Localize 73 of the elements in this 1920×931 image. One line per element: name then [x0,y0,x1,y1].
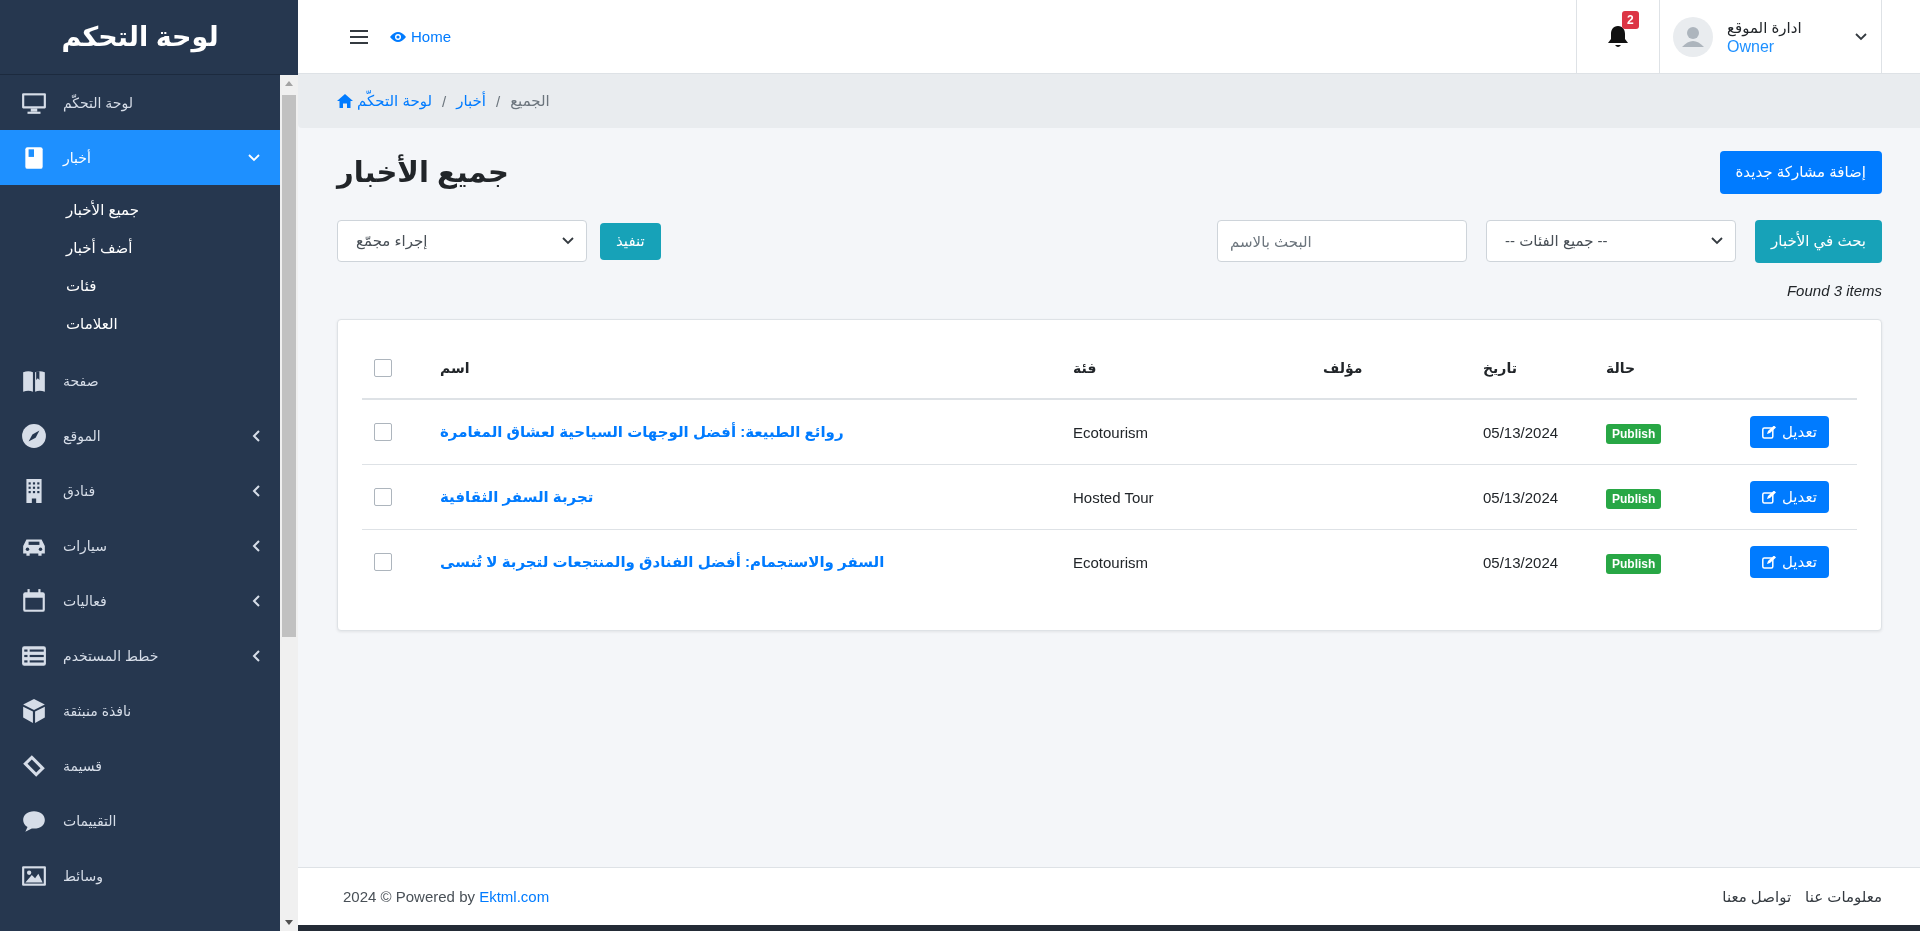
bulk-action-select[interactable]: إجراء مجمّع [337,220,587,262]
sidebar-item[interactable]: لوحة التحكّم [0,75,280,130]
chevron-down-icon [562,237,574,245]
calendar-icon [20,587,48,614]
checkbox[interactable] [374,423,392,441]
post-title-link[interactable]: السفر والاستجمام: أفضل الفنادق والمنتجعات لتجربة لا تُنسى [440,553,885,570]
user-name: ادارة الموقع [1727,17,1803,37]
footer-link[interactable]: معلومات عنا [1805,887,1882,906]
post-title-link[interactable]: تجربة السفر الثقافية [440,488,594,505]
edit-button[interactable]: تعديل [1750,416,1829,448]
sidebar-subitem[interactable]: أضف أخبار [0,229,280,267]
column-header: حالة [1606,360,1636,376]
column-header: اسم [440,360,470,376]
table-cell: 05/13/2024 [1483,423,1559,441]
sidebar-item[interactable]: فنادق [0,463,280,518]
page-title: جميع الأخبار [337,155,509,189]
table-cell: 05/13/2024 [1483,488,1559,506]
sidebar-item[interactable]: خطط المستخدم [0,628,280,683]
status-badge: Publish [1606,553,1662,574]
notification-badge: 2 [1622,11,1639,29]
chevron-down-icon [1711,237,1724,245]
edit-button[interactable]: تعديل [1750,481,1829,513]
compass-icon [20,422,48,449]
table-cell: Ecotourism [1073,423,1149,441]
sidebar-item[interactable]: فعاليات [0,573,280,628]
sidebar-title: لوحة التحكم [0,0,280,75]
home-link[interactable]: Home [390,28,451,45]
eye-icon [390,30,406,43]
checkbox[interactable] [374,553,392,571]
post-title-link[interactable]: روائع الطبيعة: أفضل الوجهات السياحية لعشاق المغامرة [440,423,844,440]
category-select[interactable]: -- جميع الفئات -- [1486,220,1737,262]
scrollbar[interactable] [280,75,298,931]
search-field[interactable]: البحث بالاسم [1217,220,1468,262]
user-role: Owner [1727,37,1776,56]
column-header: فئة [1073,360,1097,376]
menu-icon[interactable] [350,29,368,44]
add-post-button[interactable]: إضافة مشاركة جديدة [1719,150,1882,194]
edit-button[interactable]: تعديل [1750,546,1829,578]
bell-icon [1607,24,1629,49]
checkbox[interactable] [374,488,392,506]
checkbox[interactable] [374,359,392,377]
sidebar-subitem[interactable]: العلامات [0,305,280,343]
sidebar-subitem[interactable]: جميع الأخبار [0,191,280,229]
status-badge: Publish [1606,488,1662,509]
column-header: تاريخ [1483,360,1517,376]
edit-icon [1762,490,1776,504]
breadcrumb-separator: / [495,92,501,110]
footer-link[interactable]: تواصل معنا [1722,887,1792,906]
avatar-icon [1673,16,1713,57]
breadcrumb-separator: / [442,92,447,110]
sidebar-item[interactable]: نافذة منبثقة [0,683,280,738]
table-cell: Hosted Tour [1073,488,1154,506]
edit-icon [1762,425,1776,439]
status-badge: Publish [1606,423,1662,444]
sidebar-item[interactable]: وسائط [0,848,280,903]
sidebar-item[interactable]: سيارات [0,518,280,573]
home-icon [337,94,353,108]
column-header: مؤلف [1323,360,1363,376]
edit-icon [1762,555,1776,569]
footer-credit: 2024 © Powered by Ektml.com [343,888,550,905]
table-cell: Ecotourism [1073,553,1149,571]
cube-icon [20,697,48,724]
result-count: Found 3 items [1785,282,1882,299]
chevron-down-icon [1855,32,1867,41]
sidebar-item[interactable]: صفحة [0,353,280,408]
sidebar-item[interactable]: الموقع [0,408,280,463]
sidebar-item[interactable]: قسيمة [0,738,280,793]
sidebar-item[interactable]: التقييمات [0,793,280,848]
table-cell: 05/13/2024 [1483,553,1559,571]
footer-link[interactable]: Ektml.com [479,888,550,905]
sidebar-subitem[interactable]: فئات [0,267,280,305]
breadcrumb-current: الجميع [510,92,550,110]
notifications-button[interactable]: 2 [1576,0,1660,73]
